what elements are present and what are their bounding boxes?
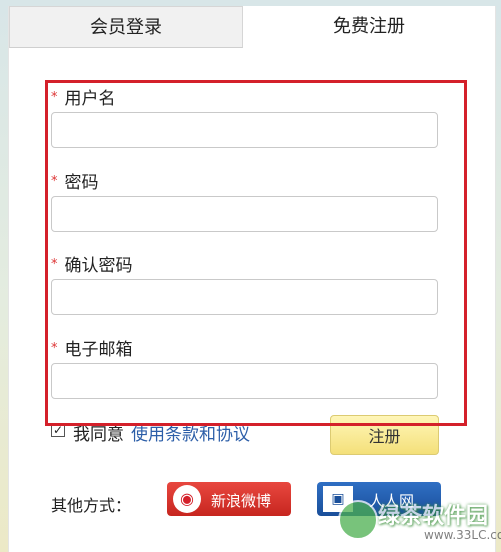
email-label: * 电子邮箱	[51, 335, 133, 360]
watermark-text: 绿茶软件园	[378, 504, 489, 529]
required-mark: *	[51, 341, 58, 356]
tab-free-register[interactable]: 免费注册	[243, 6, 495, 48]
watermark-url: www.33LC.com	[424, 528, 501, 542]
register-button[interactable]: 注册	[330, 415, 439, 455]
required-mark: *	[51, 257, 58, 272]
register-panel: 会员登录 免费注册 * 用户名 * 密码 * 确认密码 * 电子邮箱 ✓ 我同意 使用条…	[8, 6, 496, 552]
tab-member-login[interactable]: 会员登录	[9, 6, 243, 48]
weibo-logo-icon: ◉	[173, 485, 201, 513]
site-watermark: 绿茶软件园 www.33LC.com	[338, 496, 501, 548]
password-input[interactable]	[51, 196, 438, 232]
watermark-logo-icon	[338, 500, 378, 540]
username-label-text: 用户名	[64, 89, 116, 109]
required-mark: *	[51, 174, 58, 189]
required-mark: *	[51, 90, 58, 105]
email-label-text: 电子邮箱	[64, 340, 133, 360]
confirm-password-label: * 确认密码	[51, 251, 133, 276]
password-label-text: 密码	[64, 173, 99, 193]
agree-text: 我同意	[73, 425, 124, 445]
weibo-label: 新浪微博	[211, 492, 272, 510]
email-input[interactable]	[51, 363, 438, 399]
confirm-password-input[interactable]	[51, 279, 438, 315]
password-label: * 密码	[51, 168, 99, 193]
agree-checkbox[interactable]: ✓	[51, 423, 65, 437]
username-input[interactable]	[51, 112, 438, 148]
terms-link[interactable]: 使用条款和协议	[131, 420, 250, 445]
sina-weibo-button[interactable]: ◉ 新浪微博	[167, 482, 291, 516]
other-methods-label: 其他方式：	[51, 496, 132, 515]
confirm-password-label-text: 确认密码	[64, 256, 133, 276]
username-label: * 用户名	[51, 84, 116, 109]
